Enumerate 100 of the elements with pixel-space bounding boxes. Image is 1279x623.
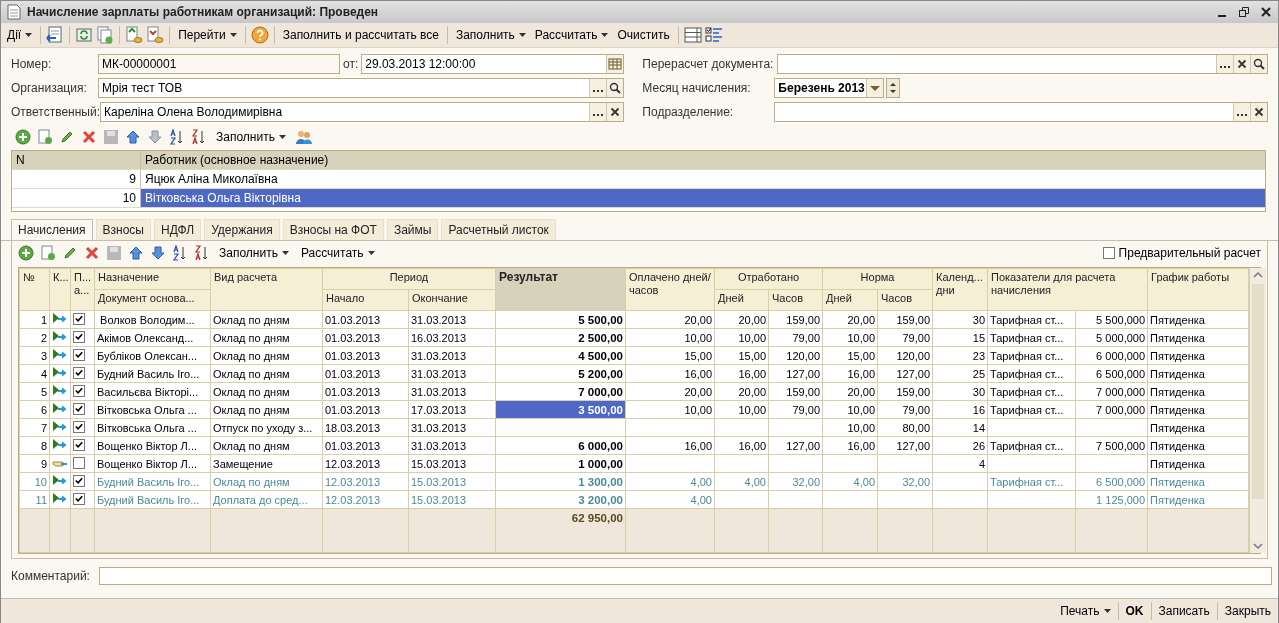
clear-icon[interactable] [1233,55,1250,73]
restore-icon[interactable] [1238,6,1250,18]
sort-ascending-icon[interactable] [169,129,185,145]
pencil-icon[interactable] [59,129,75,145]
checkbox[interactable] [73,402,85,415]
footer-button[interactable]: Печать [1057,602,1114,620]
tab[interactable]: Взносы [95,219,151,240]
table-cell[interactable]: Вітковська Ольга Вікторівна [141,189,1265,208]
tab[interactable]: Удержания [204,219,280,240]
table-cell: 3 [40,349,47,362]
table-cell: Оклад по дням [213,475,290,488]
down-arrow-icon[interactable] [150,245,166,261]
up-arrow-icon[interactable] [125,129,141,145]
pencil-icon[interactable] [62,245,78,261]
fill-menu-button[interactable]: Заполнить [213,128,289,146]
table-cell: 20,00 [847,385,875,398]
month-field[interactable]: Березень 2013 [774,78,885,98]
checkbox[interactable] [1102,247,1115,259]
checkbox[interactable] [73,348,85,361]
refresh-icon[interactable] [75,26,94,44]
people-icon[interactable] [294,129,313,145]
sort-descending-icon[interactable] [194,245,210,261]
table-cell: Пятиденка [1150,331,1205,344]
document-coins-icon[interactable] [125,26,144,44]
table-cell: 4 [978,457,986,470]
help-icon[interactable] [250,26,269,44]
table-cell: 15,00 [847,349,875,362]
checkbox[interactable] [73,474,85,487]
date-field[interactable]: 29.03.2013 12:00:00 [361,54,625,74]
toolbar-button[interactable]: Заполнить [216,244,292,262]
toolbar-button[interactable]: Заполнить и рассчитать все [279,26,442,44]
tab[interactable]: НДФЛ [154,219,202,240]
spin-buttons-icon[interactable] [886,78,901,98]
column-header[interactable]: Работник (основное назначение) [141,151,1265,170]
checkbox[interactable] [73,492,85,505]
select-icon[interactable] [1216,55,1233,73]
column-header[interactable]: N [12,151,141,170]
copy-icon[interactable] [96,26,115,44]
tab[interactable]: Начисления [11,219,93,240]
delete-icon[interactable] [81,129,97,145]
checkbox[interactable] [73,438,85,451]
footer-button[interactable]: Закрыть [1221,602,1274,620]
select-icon[interactable] [589,79,607,97]
toolbar-button[interactable]: Очистить [614,26,673,44]
actions-menu[interactable]: Дії [4,26,36,44]
checkbox[interactable] [73,330,85,343]
recalc-document-field[interactable] [777,54,1268,74]
table-cell: 4,00 [690,493,712,506]
checklist-icon[interactable] [704,26,723,44]
column-header[interactable]: К... [53,271,67,284]
go-to-menu[interactable]: Перейти [175,26,240,44]
search-icon[interactable] [1250,55,1267,73]
tab[interactable]: Расчетный листок [441,219,556,240]
table-cell: 10,00 [847,403,875,416]
search-icon[interactable] [606,79,624,97]
checkbox[interactable] [73,456,85,469]
select-icon[interactable] [1233,103,1250,121]
number-field[interactable]: МК-00000001 [98,54,340,74]
checkbox[interactable] [73,366,85,379]
responsible-field[interactable]: Кареліна Олена Володимирівна [100,102,625,122]
table-cell: 6 500,000 [1096,367,1146,380]
select-icon[interactable] [589,103,607,121]
tab[interactable]: Взносы на ФОТ [282,219,384,240]
table-cell: 30 [972,313,986,326]
document-coins-icon[interactable] [146,26,165,44]
clear-icon[interactable] [1250,103,1267,121]
table-cell: 20,00 [738,385,766,398]
checkbox[interactable] [73,312,85,325]
comment-field[interactable] [99,567,1272,585]
toolbar-button[interactable]: Рассчитать [297,244,378,262]
sort-ascending-icon[interactable] [172,245,188,261]
up-arrow-icon[interactable] [128,245,144,261]
calendar-icon[interactable] [606,55,624,73]
organization-field[interactable]: Мрія тест ТОВ [98,78,625,98]
table-cell: 7 000,000 [1096,385,1146,398]
clear-icon[interactable] [606,103,624,121]
table-cell: 31.03.2013 [411,367,467,380]
checkbox[interactable] [73,420,85,433]
table-cell: Акімов Олександ... [97,331,194,344]
toolbar-button[interactable]: Заполнить [452,26,529,44]
table-cell: 7 [40,421,47,434]
department-field[interactable] [774,102,1268,122]
field-label: Перерасчет документа: [642,57,775,71]
copy-add-icon[interactable] [40,245,56,261]
table-rows-icon[interactable] [683,26,702,44]
add-icon[interactable] [15,129,31,145]
footer-button[interactable]: Записать [1155,602,1213,620]
checkbox[interactable] [73,384,85,397]
toolbar-button[interactable]: Рассчитать [531,26,612,44]
close-icon[interactable] [1260,6,1272,18]
footer-button[interactable]: OK [1122,602,1147,620]
delete-icon[interactable] [84,245,100,261]
tab[interactable]: Займы [386,219,439,240]
add-icon[interactable] [18,245,34,261]
vertical-scrollbar[interactable] [1249,268,1267,553]
sort-descending-icon[interactable] [191,129,207,145]
dropdown-icon[interactable] [866,79,884,97]
table-cell: 20,00 [684,385,712,398]
down-arrow-icon[interactable] [147,129,163,145]
copy-add-icon[interactable] [37,129,53,145]
